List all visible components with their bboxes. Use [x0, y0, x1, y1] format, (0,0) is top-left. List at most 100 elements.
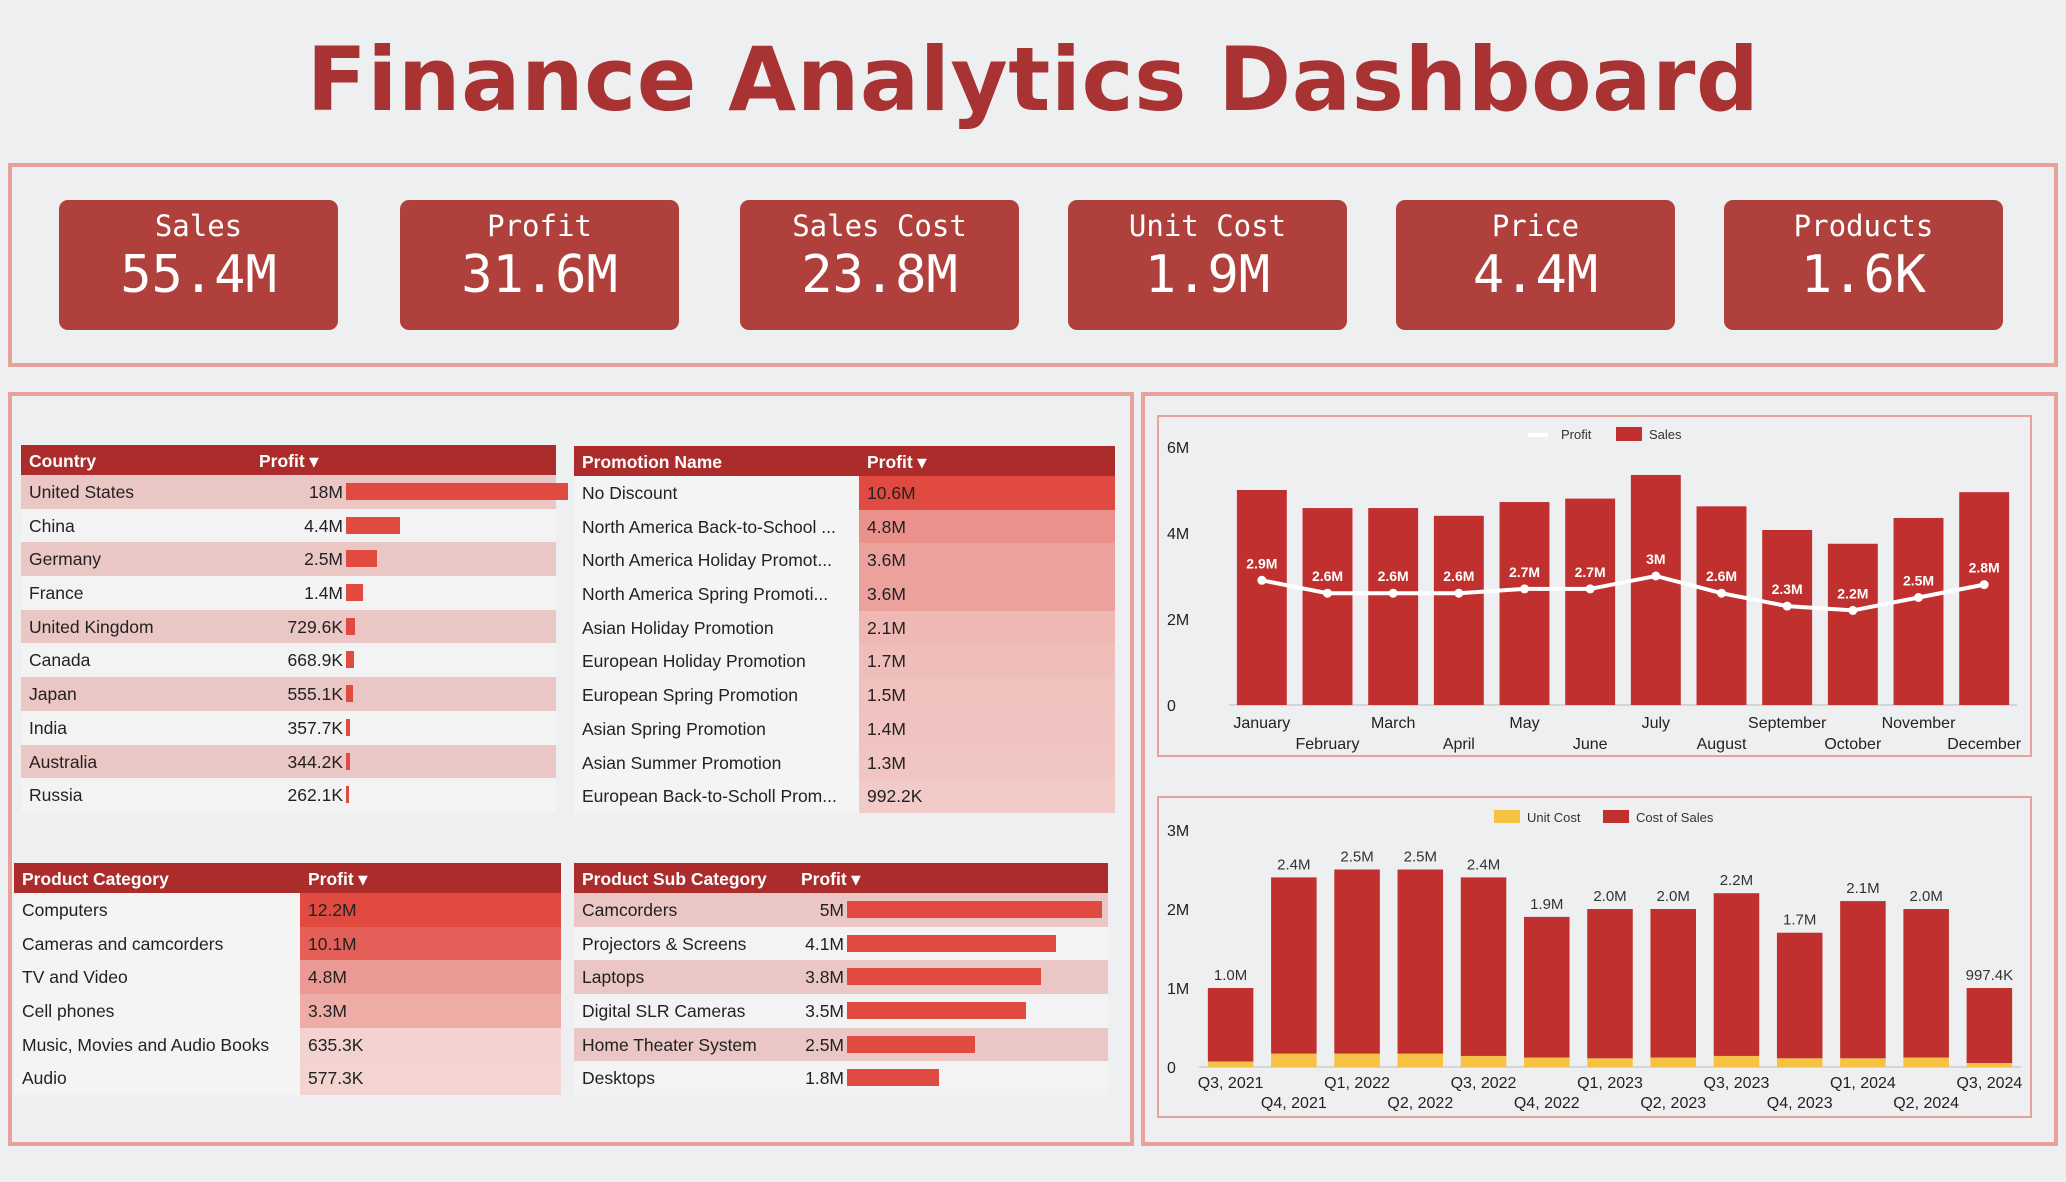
- row-label: Japan: [29, 684, 77, 705]
- kpi-value: 55.4M: [120, 245, 277, 305]
- row-value: 344.2K: [287, 751, 343, 772]
- kpi-card-products[interactable]: Products 1.6K: [1724, 200, 2003, 330]
- quarterly-chart-card: Unit Cost Cost of Sales 3M 2M 1M 0 1.0M Q3, 202…: [1157, 796, 2032, 1118]
- table-row[interactable]: Digital SLR Cameras 3.5M: [574, 994, 1108, 1028]
- kpi-card-profit[interactable]: Profit 31.6M: [400, 200, 679, 330]
- table-row[interactable]: Asian Spring Promotion 1.4M: [574, 711, 1115, 746]
- kpi-card-sales-cost[interactable]: Sales Cost 23.8M: [740, 200, 1019, 330]
- total-data-label: 997.4K: [1966, 967, 2014, 984]
- x-tick-label: October: [1824, 736, 1882, 753]
- cost-of-sales-bar: [1524, 916, 1570, 1058]
- table-row[interactable]: TV and Video 4.8M: [14, 960, 561, 995]
- legend-profit-label: Profit: [1561, 427, 1592, 442]
- sales-bar: [1236, 490, 1287, 705]
- kpi-label: Unit Cost: [1128, 209, 1287, 243]
- table-row[interactable]: Asian Holiday Promotion 2.1M: [574, 610, 1115, 645]
- row-label: Projectors & Screens: [582, 933, 747, 954]
- y-tick-label: 6M: [1167, 440, 1189, 457]
- row-label: European Back-to-Scholl Prom...: [582, 786, 837, 807]
- row-value: 1.5M: [867, 685, 906, 706]
- table-row[interactable]: United Kingdom 729.6K: [21, 609, 556, 644]
- table-row[interactable]: Canada 668.9K: [21, 643, 556, 678]
- total-data-label: 2.5M: [1404, 849, 1437, 866]
- profit-data-label: 2.6M: [1312, 568, 1343, 584]
- row-label: No Discount: [582, 483, 678, 503]
- y-tick-label: 3M: [1167, 823, 1189, 840]
- y-tick-label: 2M: [1167, 612, 1189, 629]
- profit-bar: [346, 584, 364, 602]
- table-row[interactable]: United States 18M: [21, 475, 568, 509]
- row-value: 1.8M: [805, 1068, 844, 1089]
- table-row[interactable]: Germany 2.5M: [21, 542, 556, 577]
- legend-cost-of-sales-label: Cost of Sales: [1636, 810, 1714, 825]
- column-header-name[interactable]: Product Category: [22, 869, 169, 890]
- cost-of-sales-bar: [1776, 932, 1823, 1059]
- kpi-card-sales[interactable]: Sales 55.4M: [59, 200, 338, 330]
- legend-sales-swatch: [1616, 427, 1642, 441]
- row-value: 4.4M: [304, 515, 343, 536]
- table-row[interactable]: North America Spring Promoti... 3.6M: [574, 577, 1115, 611]
- table-row[interactable]: European Holiday Promotion 1.7M: [574, 644, 1115, 679]
- legend-cost-of-sales-swatch: [1603, 810, 1629, 823]
- table-row[interactable]: Desktops 1.8M: [574, 1061, 1108, 1096]
- sales-bar: [1433, 515, 1484, 705]
- row-label: TV and Video: [22, 967, 128, 988]
- cost-of-sales-bar: [1334, 869, 1380, 1054]
- table-row[interactable]: India 357.7K: [21, 710, 556, 745]
- table-row[interactable]: North America Holiday Promot... 3.6M: [574, 543, 1115, 578]
- row-label: United Kingdom: [29, 616, 154, 637]
- table-row[interactable]: Audio 577.3K: [14, 1061, 561, 1096]
- x-tick-label: February: [1295, 736, 1359, 753]
- x-tick-label: Q2, 2024: [1893, 1095, 1959, 1112]
- row-value: 5M: [819, 900, 844, 920]
- kpi-card-unit-cost[interactable]: Unit Cost 1.9M: [1068, 200, 1347, 330]
- row-value: 10.1M: [308, 933, 357, 954]
- row-label: North America Spring Promoti...: [582, 584, 829, 605]
- table-row[interactable]: China 4.4M: [21, 508, 556, 543]
- table-row[interactable]: Cameras and camcorders 10.1M: [14, 926, 561, 961]
- legend-unit-cost-swatch: [1494, 810, 1520, 823]
- table-row[interactable]: Russia 262.1K: [21, 778, 556, 812]
- profit-data-label: 2.6M: [1443, 568, 1474, 584]
- quarterly-cost-chart: Unit Cost Cost of Sales 3M 2M 1M 0 1.0M Q3, 202…: [1167, 810, 2022, 1112]
- profit-bar: [847, 934, 1057, 952]
- table-row[interactable]: Asian Summer Promotion 1.3M: [574, 745, 1115, 780]
- kpi-card-price[interactable]: Price 4.4M: [1396, 200, 1675, 330]
- table-row[interactable]: Home Theater System 2.5M: [574, 1027, 1108, 1062]
- table-row[interactable]: Laptops 3.8M: [574, 960, 1108, 995]
- profit-point: [1388, 588, 1398, 598]
- row-value: 4.8M: [867, 516, 906, 537]
- table-row[interactable]: Cell phones 3.3M: [14, 994, 561, 1028]
- row-value: 3.8M: [805, 967, 844, 988]
- unit-cost-bar: [1207, 1061, 1254, 1067]
- table-row[interactable]: North America Back-to-School ... 4.8M: [574, 509, 1115, 544]
- column-header-name[interactable]: Promotion Name: [582, 452, 722, 473]
- table-row[interactable]: Camcorders 5M: [574, 893, 1108, 927]
- x-tick-label: Q1, 2024: [1830, 1075, 1896, 1092]
- x-tick-label: June: [1573, 736, 1608, 753]
- table-row[interactable]: Computers 12.2M: [14, 893, 561, 927]
- row-label: Canada: [29, 650, 91, 671]
- table-row[interactable]: Music, Movies and Audio Books 635.3K: [14, 1027, 561, 1062]
- x-tick-label: December: [1947, 736, 2021, 753]
- column-header-profit-sort[interactable]: Profit ▾: [308, 869, 367, 890]
- table-row[interactable]: Australia 344.2K: [21, 744, 556, 779]
- column-header-name[interactable]: Product Sub Category: [582, 869, 767, 890]
- table-row[interactable]: No Discount 10.6M: [574, 476, 1115, 510]
- table-row[interactable]: France 1.4M: [21, 576, 556, 610]
- column-header-name[interactable]: Country: [29, 451, 96, 472]
- table-row[interactable]: Projectors & Screens 4.1M: [574, 926, 1108, 961]
- cost-of-sales-bar: [1460, 877, 1507, 1056]
- row-value: 10.6M: [867, 483, 916, 503]
- table-row[interactable]: European Spring Promotion 1.5M: [574, 678, 1115, 712]
- sales-bar: [1368, 508, 1419, 705]
- column-header-profit-sort[interactable]: Profit ▾: [867, 452, 926, 473]
- row-label: Digital SLR Cameras: [582, 1001, 746, 1022]
- table-row[interactable]: European Back-to-Scholl Prom... 992.2K: [574, 779, 1115, 813]
- x-tick-label: November: [1882, 715, 1956, 732]
- column-header-profit-sort[interactable]: Profit ▾: [801, 869, 860, 890]
- x-tick-label: Q2, 2023: [1640, 1095, 1706, 1112]
- table-row[interactable]: Japan 555.1K: [21, 677, 556, 711]
- row-value: 2.1M: [867, 617, 906, 638]
- column-header-profit-sort[interactable]: Profit ▾: [259, 451, 318, 472]
